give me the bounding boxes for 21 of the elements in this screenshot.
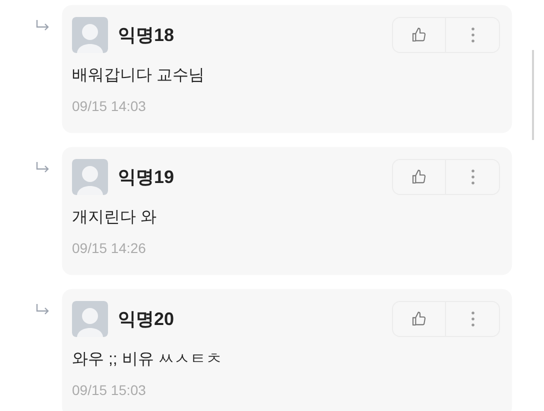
comment-text: 와우 ;; 비유 ㅆㅅㅌㅊ bbox=[72, 350, 224, 370]
avatar-icon bbox=[72, 159, 108, 195]
author-name: 익명20 bbox=[118, 308, 174, 330]
more-icon bbox=[470, 169, 474, 185]
thumbs-up-icon bbox=[411, 169, 427, 185]
comment-text: 개지린다 와 bbox=[72, 208, 158, 228]
more-icon bbox=[470, 27, 474, 43]
comment-time: 09/15 14:03 bbox=[72, 97, 147, 115]
comment-time: 09/15 15:03 bbox=[72, 381, 147, 399]
avatar-icon bbox=[72, 17, 108, 53]
comment-time: 09/15 14:26 bbox=[72, 239, 147, 257]
thumbs-up-icon bbox=[411, 311, 427, 327]
comment-text: 배워갑니다 교수님 bbox=[72, 66, 206, 86]
avatar-icon bbox=[72, 301, 108, 337]
reply-arrow-icon bbox=[36, 162, 50, 174]
more-icon bbox=[470, 311, 474, 327]
reply-arrow-icon bbox=[36, 20, 50, 32]
author-name: 익명18 bbox=[118, 24, 174, 46]
author-name: 익명19 bbox=[118, 166, 174, 188]
thumbs-up-icon bbox=[411, 27, 427, 43]
reply-arrow-icon bbox=[36, 304, 50, 316]
